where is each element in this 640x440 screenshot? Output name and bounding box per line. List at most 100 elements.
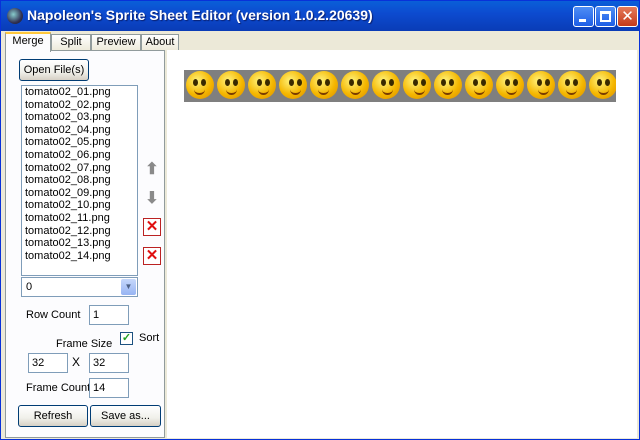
sprite-frame	[432, 70, 464, 102]
delete-icon: ✕	[143, 218, 161, 236]
tomato-sprite-icon	[310, 71, 338, 99]
sprite-face-detail	[473, 79, 478, 86]
list-item[interactable]: tomato02_06.png	[22, 149, 137, 162]
sprite-face-detail	[350, 88, 361, 95]
sprite-face-detail	[317, 79, 322, 86]
sprite-frame	[370, 70, 402, 102]
sprite-face-detail	[605, 79, 610, 86]
frame-size-label: Frame Size	[56, 338, 113, 350]
tomato-sprite-icon	[527, 71, 555, 99]
sprite-face-detail	[193, 79, 198, 86]
sprite-face-detail	[233, 79, 238, 86]
sprite-face-detail	[381, 79, 386, 86]
tab-merge[interactable]: Merge	[5, 32, 51, 52]
list-item[interactable]: tomato02_05.png	[22, 136, 137, 149]
title-bar[interactable]: Napoleon's Sprite Sheet Editor (version …	[1, 1, 639, 31]
sprite-face-detail	[565, 79, 570, 86]
list-item[interactable]: tomato02_02.png	[22, 99, 137, 112]
sprite-face-detail	[265, 79, 270, 86]
list-item[interactable]: tomato02_01.png	[22, 86, 137, 99]
sprite-face-detail	[194, 88, 205, 95]
sprite-face-detail	[566, 88, 577, 95]
frame-count-field[interactable]: 14	[89, 378, 129, 398]
refresh-button[interactable]: Refresh	[18, 405, 88, 427]
sort-checkbox[interactable]: ✓	[120, 332, 133, 345]
sprite-face-detail	[442, 88, 453, 95]
row-select-dropdown[interactable]: 0 ▼	[21, 277, 138, 297]
sprite-face-detail	[573, 79, 578, 86]
tomato-sprite-icon	[496, 71, 524, 99]
list-item[interactable]: tomato02_13.png	[22, 237, 137, 250]
up-arrow-icon: ⬆	[145, 161, 159, 178]
tomato-sprite-icon	[279, 71, 307, 99]
sprite-face-detail	[297, 79, 302, 86]
sprite-frame	[277, 70, 309, 102]
remove-file-button[interactable]: ✕	[141, 216, 163, 238]
list-item[interactable]: tomato02_10.png	[22, 199, 137, 212]
sprite-sheet-preview	[184, 70, 616, 102]
sprite-face-detail	[413, 79, 418, 86]
list-item[interactable]: tomato02_04.png	[22, 124, 137, 137]
tab-split[interactable]: Split	[51, 34, 91, 51]
sprite-face-detail	[441, 79, 446, 86]
minimize-button[interactable]	[573, 6, 594, 27]
tomato-sprite-icon	[372, 71, 400, 99]
times-label: X	[72, 355, 81, 369]
sprite-face-detail	[597, 79, 602, 86]
sprite-face-detail	[382, 88, 393, 95]
sprite-frame	[587, 70, 616, 102]
sprite-face-detail	[357, 79, 362, 86]
sprite-face-detail	[513, 79, 518, 86]
sort-label: Sort	[139, 332, 160, 344]
sprite-face-detail	[474, 88, 485, 95]
sprite-face-detail	[389, 79, 394, 86]
frame-height-field[interactable]: 32	[89, 353, 129, 373]
list-item[interactable]: tomato02_08.png	[22, 174, 137, 187]
sprite-face-detail	[289, 79, 294, 86]
sprite-face-detail	[325, 79, 330, 86]
minimize-icon	[579, 19, 586, 22]
sprite-canvas	[167, 50, 637, 438]
move-down-button[interactable]: ⬇	[141, 188, 163, 210]
sprite-face-detail	[537, 79, 542, 86]
save-as-button[interactable]: Save as...	[90, 405, 161, 427]
sprite-face-detail	[449, 79, 454, 86]
list-item[interactable]: tomato02_12.png	[22, 225, 137, 238]
sprite-face-detail	[506, 88, 517, 95]
clear-files-button[interactable]: ✕	[141, 245, 163, 267]
list-item[interactable]: tomato02_03.png	[22, 111, 137, 124]
tomato-sprite-icon	[341, 71, 369, 99]
maximize-icon	[600, 11, 611, 22]
list-item[interactable]: tomato02_11.png	[22, 212, 137, 225]
tab-preview[interactable]: Preview	[91, 34, 141, 51]
tomato-sprite-icon	[558, 71, 586, 99]
sprite-frame	[556, 70, 588, 102]
row-count-label: Row Count	[26, 309, 81, 321]
tomato-sprite-icon	[248, 71, 276, 99]
move-up-button[interactable]: ⬆	[141, 159, 163, 181]
row-count-field[interactable]: 1	[89, 305, 129, 325]
frame-width-field[interactable]: 32	[28, 353, 68, 373]
sprite-face-detail	[421, 79, 426, 86]
sprite-face-detail	[349, 79, 354, 86]
chevron-down-icon[interactable]: ▼	[121, 279, 136, 295]
close-button[interactable]: ✕	[617, 6, 638, 27]
list-item[interactable]: tomato02_07.png	[22, 162, 137, 175]
tomato-sprite-icon	[465, 71, 493, 99]
file-list[interactable]: tomato02_01.png tomato02_02.png tomato02…	[21, 85, 138, 276]
list-item[interactable]: tomato02_14.png	[22, 250, 137, 263]
sprite-face-detail	[481, 79, 486, 86]
sprite-frame	[494, 70, 526, 102]
down-arrow-icon: ⬇	[145, 190, 159, 207]
tomato-sprite-icon	[217, 71, 245, 99]
sprite-face-detail	[414, 88, 425, 95]
sprite-face-detail	[257, 79, 262, 86]
sprite-face-detail	[258, 88, 269, 95]
maximize-button[interactable]	[595, 6, 616, 27]
open-files-button[interactable]: Open File(s)	[19, 59, 89, 81]
sprite-face-detail	[538, 88, 549, 95]
sprite-frame	[339, 70, 371, 102]
sprite-face-detail	[545, 79, 550, 86]
tab-about[interactable]: About	[141, 34, 179, 51]
list-item[interactable]: tomato02_09.png	[22, 187, 137, 200]
